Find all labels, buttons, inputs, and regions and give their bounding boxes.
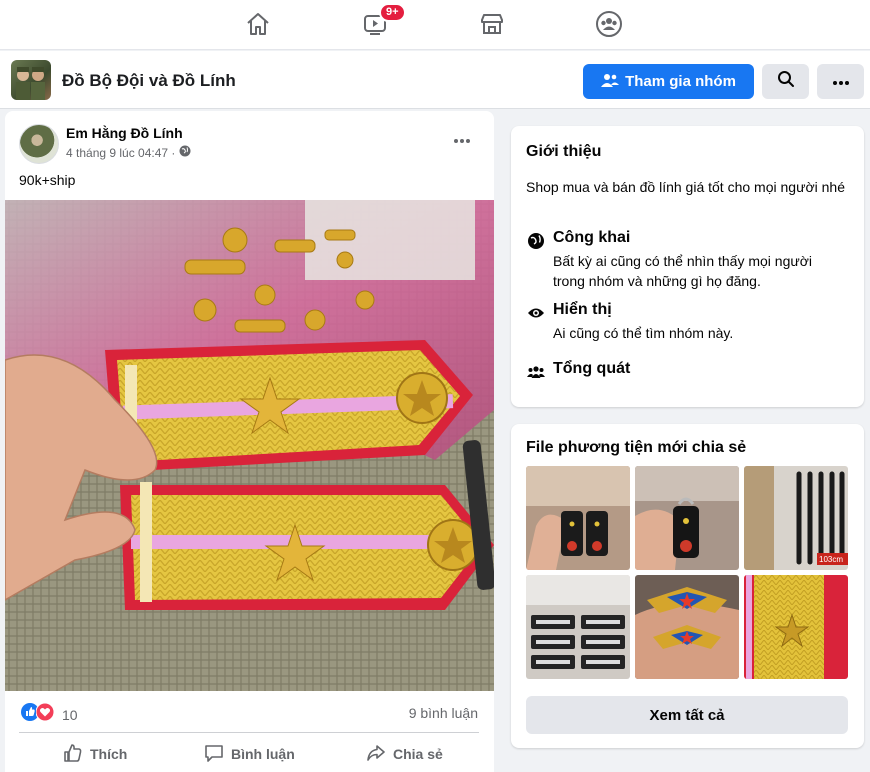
post-photo[interactable] [5, 200, 494, 691]
author-name[interactable]: Em Hằng Đồ Lính [66, 125, 183, 141]
author-avatar[interactable] [19, 124, 59, 164]
group-header: Đồ Bộ Đội và Đồ Lính Tham gia nhóm [0, 51, 870, 109]
media-thumb[interactable] [635, 466, 739, 570]
comment-button[interactable]: Bình luận [204, 741, 295, 767]
info-title-visible: Hiển thị [553, 301, 612, 318]
more-icon [832, 73, 850, 91]
join-group-label: Tham gia nhóm [625, 73, 736, 90]
info-title-general: Tổng quát [553, 360, 631, 377]
group-title[interactable]: Đồ Bộ Đội và Đồ Lính [62, 71, 236, 91]
info-title-public: Công khai [553, 229, 631, 246]
share-icon [366, 743, 386, 766]
post-more-button[interactable] [449, 127, 475, 153]
media-thumb[interactable] [744, 575, 848, 679]
media-thumb[interactable] [526, 466, 630, 570]
eye-icon [526, 303, 546, 323]
media-card: File phương tiện mới chia sẻ 103cm Xem t… [511, 424, 864, 748]
people-icon [526, 362, 546, 382]
top-navigation: 9+ [0, 0, 870, 50]
notification-badge: 9+ [379, 3, 406, 22]
media-title: File phương tiện mới chia sẻ [526, 439, 747, 456]
share-button[interactable]: Chia sẻ [366, 741, 443, 767]
media-thumb[interactable] [635, 575, 739, 679]
thumbs-up-icon [63, 743, 83, 766]
like-label: Thích [90, 746, 128, 762]
like-button[interactable]: Thích [63, 741, 127, 767]
about-card: Giới thiệu Shop mua và bán đồ lính giá t… [511, 126, 864, 407]
media-grid: 103cm [526, 466, 848, 679]
info-desc-visible: Ai cũng có thể tìm nhóm này. [553, 325, 734, 341]
media-thumb[interactable]: 103cm [744, 466, 848, 570]
group-avatar[interactable] [11, 60, 51, 100]
search-button[interactable] [762, 64, 809, 99]
info-desc-public: Bất kỳ ai cũng có thể nhìn thấy mọi ngườ… [553, 253, 813, 289]
search-icon [777, 70, 795, 93]
marketplace-icon[interactable] [478, 10, 506, 38]
more-options-button[interactable] [817, 64, 864, 99]
home-icon[interactable] [244, 10, 272, 38]
about-title: Giới thiệu [526, 143, 602, 160]
join-group-button[interactable]: Tham gia nhóm [583, 64, 754, 99]
love-reaction-icon [35, 702, 55, 726]
see-all-button[interactable]: Xem tất cả [526, 696, 848, 734]
people-plus-icon [601, 72, 620, 92]
post-text: 90k+ship [19, 172, 76, 188]
divider [19, 732, 479, 733]
post-timestamp[interactable]: 4 tháng 9 lúc 04:47 · [66, 146, 175, 160]
share-label: Chia sẻ [393, 746, 443, 762]
comment-count[interactable]: 9 bình luận [409, 705, 478, 721]
globe-icon [526, 231, 546, 251]
thumb-size-label: 103cm [819, 555, 843, 564]
media-thumb[interactable] [526, 575, 630, 679]
reaction-summary[interactable]: 10 [21, 702, 78, 726]
groups-icon[interactable] [595, 10, 623, 38]
comment-label: Bình luận [231, 746, 295, 762]
post-meta: 4 tháng 9 lúc 04:47 · [66, 145, 191, 160]
comment-icon [204, 743, 224, 766]
about-description: Shop mua và bán đồ lính giá tốt cho mọi … [526, 179, 845, 195]
more-icon [453, 131, 471, 149]
watch-icon[interactable]: 9+ [361, 3, 406, 38]
globe-icon [179, 145, 191, 160]
post-card: Em Hằng Đồ Lính 4 tháng 9 lúc 04:47 · 90… [5, 111, 494, 772]
reaction-count: 10 [62, 706, 78, 723]
